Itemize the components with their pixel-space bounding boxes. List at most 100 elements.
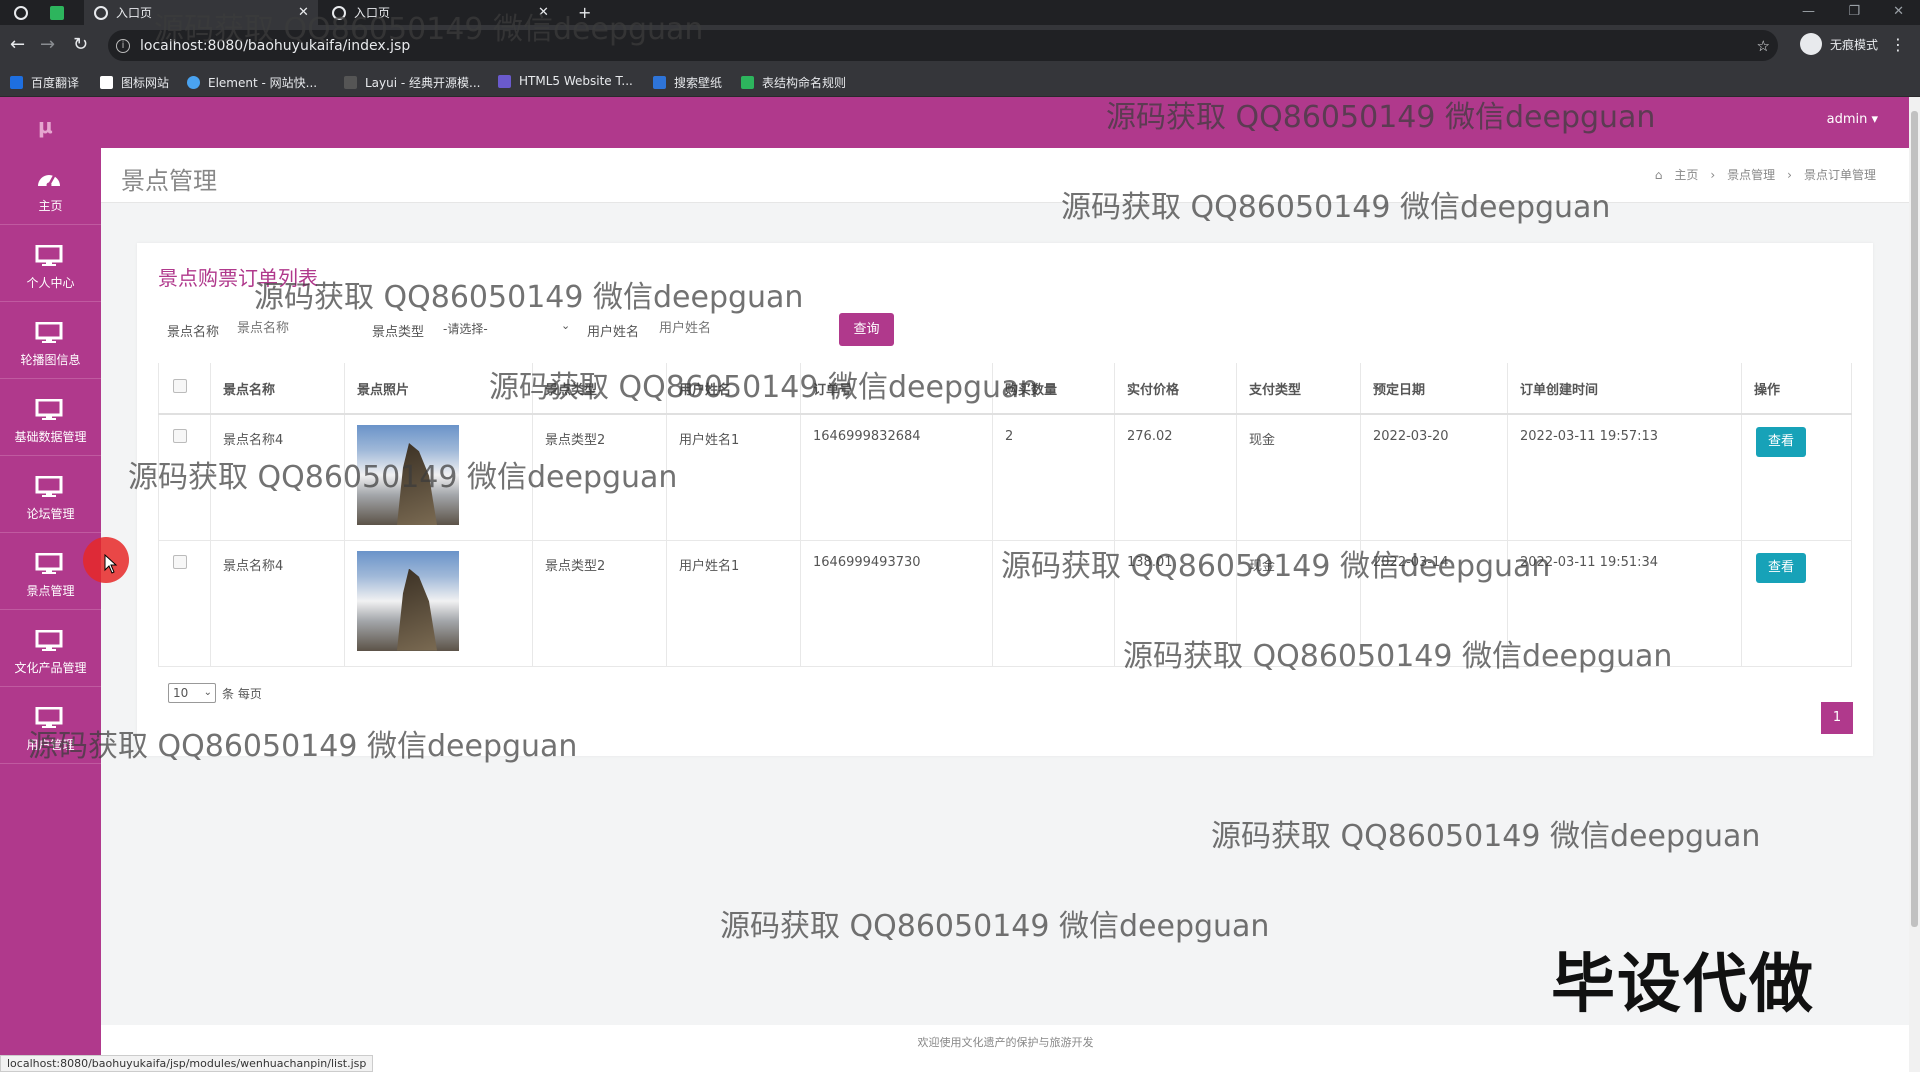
column-header: 景点照片 <box>344 363 533 415</box>
bookmark-item[interactable]: 搜索壁纸 <box>653 74 722 91</box>
breadcrumb-current: 景点订单管理 <box>1803 168 1876 182</box>
column-header: 景点名称 <box>210 363 345 415</box>
sidebar-item-culture-products[interactable]: 文化产品管理 <box>0 610 101 687</box>
page-size-select[interactable]: 10 ⌄ <box>168 683 216 703</box>
bookmark-item[interactable]: Element - 网站快... <box>187 74 317 91</box>
bookmark-icon <box>10 76 23 89</box>
bookmark-item[interactable]: 表结构命名规则 <box>741 74 846 91</box>
filter-label-type: 景点类型 <box>372 325 425 340</box>
browser-menu-icon[interactable]: ⋮ <box>1890 35 1906 54</box>
browser-tab-title: 入口页 <box>354 6 391 20</box>
breadcrumb-scenic[interactable]: 景点管理 <box>1727 166 1775 183</box>
pagination-current-page[interactable]: 1 <box>1821 702 1853 734</box>
table-row: 景点名称4 景点类型2 用户姓名1 1646999832684 2 276.02… <box>158 414 1852 541</box>
page-size-value: 10 <box>173 686 189 700</box>
cell-scenic-photo <box>344 540 533 667</box>
cell-pay-type: 现金 <box>1236 540 1361 667</box>
breadcrumb-home[interactable]: 主页 <box>1674 166 1698 183</box>
browser-tab-bar: 入口页 ✕ 入口页 ✕ + — ❐ ✕ <box>0 0 1920 25</box>
cell-price: 276.02 <box>1114 414 1237 541</box>
sidebar-item-label: 论坛管理 <box>26 507 75 521</box>
bookmark-label: HTML5 Website T... <box>519 74 633 88</box>
scenic-photo[interactable] <box>357 550 459 651</box>
sidebar-item-profile[interactable]: 个人中心 <box>0 225 101 302</box>
bookmark-icon <box>653 76 666 89</box>
sidebar-item-label: 景点管理 <box>26 584 75 598</box>
page-size-control: 10 ⌄ 条 每页 <box>168 683 262 703</box>
sidebar-item-label: 个人中心 <box>26 276 75 290</box>
column-header: 支付类型 <box>1236 363 1361 415</box>
table-header-row: 景点名称 景点照片 景点类型 用户姓名 订单号 购买数量 实付价格 支付类型 预… <box>158 363 1852 415</box>
browser-tab[interactable]: 入口页 ✕ <box>84 0 318 25</box>
sidebar-item-forum[interactable]: 论坛管理 <box>0 456 101 533</box>
address-bar[interactable]: i localhost:8080/baohuyukaifa/index.jsp <box>108 30 1778 61</box>
column-header: 景点类型 <box>532 363 667 415</box>
table-row: 景点名称4 景点类型2 用户姓名1 1646999493730 138.01 现… <box>158 540 1852 667</box>
bookmark-icon <box>187 76 200 89</box>
url-text: localhost:8080/baohuyukaifa/index.jsp <box>140 37 411 54</box>
column-header: 实付价格 <box>1114 363 1237 415</box>
user-menu[interactable]: admin ▾ <box>1827 112 1878 127</box>
page-scrollbar[interactable] <box>1909 97 1920 1072</box>
incognito-indicator[interactable]: 无痕模式 <box>1799 33 1878 55</box>
dashboard-icon <box>38 175 60 188</box>
close-tab-icon[interactable]: ✕ <box>298 5 309 20</box>
new-tab-button[interactable]: + <box>578 0 591 25</box>
name-search-input[interactable] <box>237 313 357 343</box>
browser-tab[interactable]: 入口页 ✕ <box>322 0 556 25</box>
bookmark-label: 百度翻译 <box>31 76 80 90</box>
page-title: 景点管理 <box>121 167 217 195</box>
minimize-icon[interactable]: — <box>1802 4 1815 19</box>
sidebar-item-label: 文化产品管理 <box>14 661 87 675</box>
bookmark-star-icon[interactable]: ☆ <box>1757 37 1770 55</box>
close-window-icon[interactable]: ✕ <box>1893 4 1904 19</box>
cell-order-no: 1646999493730 <box>800 540 993 667</box>
query-button[interactable]: 查询 <box>839 313 894 346</box>
row-checkbox[interactable] <box>158 540 211 667</box>
scenic-photo[interactable] <box>357 425 459 525</box>
bookmark-item[interactable]: 图标网站 <box>100 74 169 91</box>
type-select[interactable]: -请选择- ⌄ <box>443 317 575 341</box>
site-info-icon[interactable]: i <box>116 38 130 53</box>
pinned-tab-icon[interactable] <box>50 0 72 25</box>
column-header: 预定日期 <box>1360 363 1508 415</box>
scrollbar-thumb[interactable] <box>1911 111 1918 927</box>
cell-created: 2022-03-11 19:57:13 <box>1507 414 1742 541</box>
view-button[interactable]: 查看 <box>1756 552 1806 583</box>
cell-scenic-type: 景点类型2 <box>532 414 667 541</box>
sidebar-item-label: 基础数据管理 <box>14 430 87 444</box>
monitor-icon <box>35 707 63 728</box>
bookmarks-bar: 百度翻译 图标网站 Element - 网站快... Layui - 经典开源模… <box>0 67 1920 97</box>
sidebar-item-home[interactable]: 主页 <box>0 148 101 225</box>
chevron-down-icon: ⌄ <box>561 319 571 332</box>
page-size-suffix: 条 每页 <box>222 686 262 701</box>
home-icon: ⌂ <box>1654 167 1663 182</box>
filter-label-user: 用户姓名 <box>587 325 640 340</box>
sidebar-item-base-data[interactable]: 基础数据管理 <box>0 379 101 456</box>
bookmark-label: 图标网站 <box>121 76 170 90</box>
bookmark-item[interactable]: Layui - 经典开源模... <box>344 74 480 91</box>
sidebar-item-carousel[interactable]: 轮播图信息 <box>0 302 101 379</box>
monitor-icon <box>35 476 63 497</box>
incognito-label: 无痕模式 <box>1829 37 1878 52</box>
cell-date: 2022-03-14 <box>1360 540 1508 667</box>
back-arrow-icon[interactable]: ← <box>10 34 25 56</box>
monitor-icon <box>35 553 63 574</box>
row-checkbox[interactable] <box>158 414 211 541</box>
reload-icon[interactable]: ↻ <box>73 34 88 56</box>
restore-icon[interactable]: ❐ <box>1848 4 1860 19</box>
column-header: 订单号 <box>800 363 993 415</box>
sidebar-item-users[interactable]: 用户管理 <box>0 687 101 764</box>
browser-home-icon[interactable] <box>14 0 36 25</box>
close-tab-icon[interactable]: ✕ <box>538 5 549 20</box>
forward-arrow-icon[interactable]: → <box>40 34 55 56</box>
cell-scenic-name: 景点名称4 <box>210 540 345 667</box>
logo-icon: μ <box>38 114 53 138</box>
flag-icon <box>100 76 113 89</box>
select-all-checkbox[interactable] <box>158 363 211 415</box>
view-button[interactable]: 查看 <box>1756 427 1806 457</box>
bookmark-item[interactable]: HTML5 Website T... <box>498 74 633 88</box>
user-search-input[interactable] <box>659 313 779 343</box>
bookmark-item[interactable]: 百度翻译 <box>10 74 79 91</box>
column-header: 用户姓名 <box>666 363 801 415</box>
